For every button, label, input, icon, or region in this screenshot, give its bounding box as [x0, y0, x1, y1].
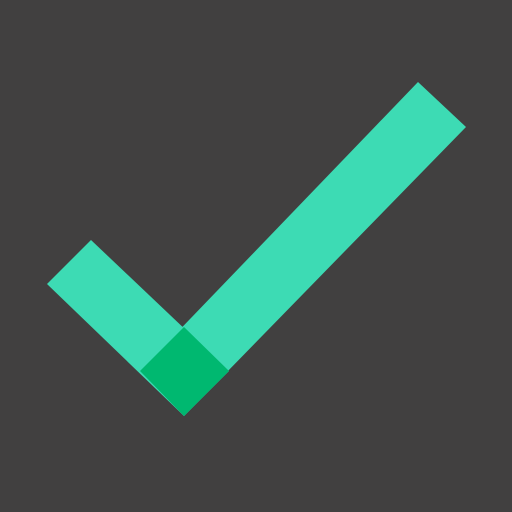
checkmark-icon — [0, 0, 512, 512]
checkmark-app-icon — [0, 0, 512, 512]
